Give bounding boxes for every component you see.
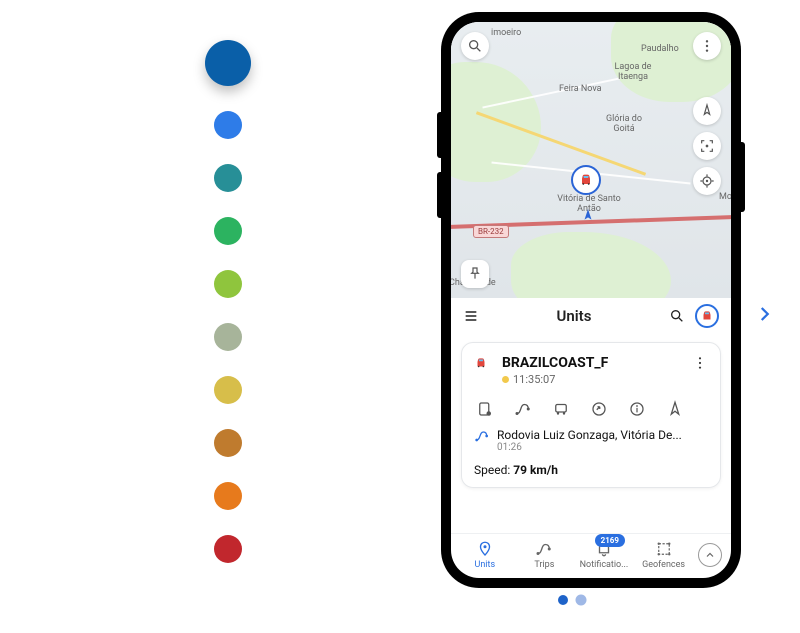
nav-label: Trips <box>534 560 554 570</box>
nav-expand-button[interactable] <box>698 543 722 567</box>
nav-trips[interactable]: Trips <box>519 540 569 570</box>
share-icon[interactable] <box>590 400 608 418</box>
unit-quick-actions <box>476 400 706 418</box>
color-swatch-4[interactable] <box>214 270 242 298</box>
unit-marker[interactable] <box>571 165 601 195</box>
bottom-nav: Units Trips 2169 Notificatio... Geofence… <box>451 533 731 578</box>
compass-icon <box>699 103 715 119</box>
map-pin-button[interactable] <box>461 260 489 288</box>
map-label: imoeiro <box>491 28 521 38</box>
map-label: Mo <box>719 192 731 202</box>
nav-units[interactable]: Units <box>460 540 510 570</box>
geofence-icon <box>655 540 673 558</box>
units-header: Units <box>451 298 731 334</box>
chevron-right-icon <box>755 305 773 323</box>
units-title: Units <box>489 307 659 325</box>
route-icon <box>535 540 553 558</box>
unit-speed: Speed: 79 km/h <box>474 463 708 477</box>
menu-icon[interactable] <box>463 308 479 324</box>
notification-badge: 2169 <box>595 534 625 547</box>
color-swatch-5[interactable] <box>214 323 242 351</box>
locate-icon <box>699 173 715 189</box>
color-swatch-2[interactable] <box>214 164 242 192</box>
map-center-button[interactable] <box>693 132 721 160</box>
map-label: Feira Nova <box>559 84 602 94</box>
selected-unit-avatar[interactable] <box>695 304 719 328</box>
nav-label: Notificatio... <box>580 560 629 570</box>
map-view[interactable]: BR-232 imoeiro Paudalho Lagoa de Itaenga… <box>451 22 731 298</box>
color-swatch-6[interactable] <box>214 376 242 404</box>
color-swatch-3[interactable] <box>214 217 242 245</box>
unit-location: Rodovia Luiz Gonzaga, Vitória De... 01:2… <box>474 428 708 453</box>
navigate-icon[interactable] <box>666 400 684 418</box>
search-icon[interactable] <box>669 308 685 324</box>
color-swatch-list <box>205 40 251 563</box>
pin-icon <box>476 540 494 558</box>
route-badge: BR-232 <box>473 225 509 238</box>
search-icon <box>467 38 483 54</box>
chevron-up-icon <box>704 549 716 561</box>
more-vert-icon <box>692 355 708 371</box>
nav-notifications[interactable]: 2169 Notificatio... <box>579 540 629 570</box>
pager-dot[interactable] <box>576 595 587 606</box>
map-compass-button[interactable] <box>693 97 721 125</box>
car-icon <box>474 355 496 377</box>
nav-geofences[interactable]: Geofences <box>639 540 689 570</box>
carousel-pager <box>558 595 586 605</box>
vehicle-icon[interactable] <box>552 400 570 418</box>
center-icon <box>699 138 715 154</box>
map-label: Glória do Goitá <box>599 114 649 134</box>
card-more-button[interactable] <box>692 355 708 375</box>
route-icon <box>474 428 490 444</box>
color-swatch-8[interactable] <box>214 482 242 510</box>
map-locate-button[interactable] <box>693 167 721 195</box>
map-label: Paudalho <box>641 44 679 54</box>
phone-frame: BR-232 imoeiro Paudalho Lagoa de Itaenga… <box>441 12 741 588</box>
nav-label: Geofences <box>642 560 685 570</box>
route-icon[interactable] <box>514 400 532 418</box>
app-screen: BR-232 imoeiro Paudalho Lagoa de Itaenga… <box>451 22 731 578</box>
car-icon <box>578 172 594 188</box>
carousel-next-button[interactable] <box>755 305 773 327</box>
pin-icon <box>467 266 483 282</box>
color-swatch-7[interactable] <box>214 429 242 457</box>
color-swatch-0[interactable] <box>205 40 251 86</box>
map-more-button[interactable] <box>693 32 721 60</box>
map-label: Lagoa de Itaenga <box>603 62 663 82</box>
status-dot-icon <box>502 376 509 383</box>
color-swatch-1[interactable] <box>214 111 242 139</box>
color-swatch-9[interactable] <box>214 535 242 563</box>
pager-dot-active[interactable] <box>558 595 568 605</box>
info-icon[interactable] <box>628 400 646 418</box>
nav-label: Units <box>475 560 496 570</box>
status-time: 11:35:07 <box>513 373 555 386</box>
report-icon[interactable] <box>476 400 494 418</box>
map-search-button[interactable] <box>461 32 489 60</box>
unit-name: BRAZILCOAST_F <box>502 355 608 371</box>
heading-arrow-icon <box>581 208 595 222</box>
more-vert-icon <box>699 38 715 54</box>
car-icon <box>700 309 714 323</box>
location-text: Rodovia Luiz Gonzaga, Vitória De... <box>497 428 682 442</box>
unit-card[interactable]: BRAZILCOAST_F 11:35:07 <box>461 342 721 488</box>
location-time: 01:26 <box>497 442 682 453</box>
